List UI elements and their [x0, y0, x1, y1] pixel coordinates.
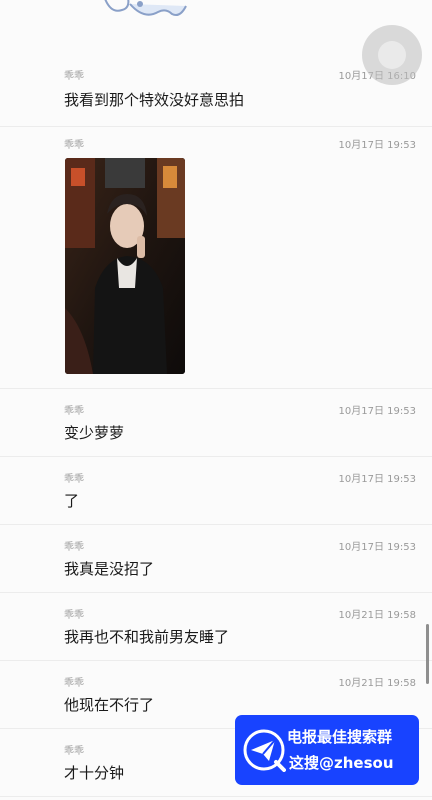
message-sender: 乖乖: [64, 71, 84, 82]
message-time: 10月17日 19:53: [338, 406, 416, 417]
message-time: 10月17日 19:53: [338, 474, 416, 485]
message-item[interactable]: 乖乖 10月21日 19:58 我再也不和我前男友睡了: [0, 609, 432, 661]
message-sender: 乖乖: [64, 474, 84, 485]
message-item[interactable]: 乖乖 10月17日 19:53 了: [0, 473, 432, 525]
message-text: 变少萝萝: [64, 424, 125, 442]
floating-button-dot: [378, 41, 406, 69]
message-sender: 乖乖: [64, 746, 84, 757]
cartoon-sticker-icon: [104, 0, 187, 16]
message-item[interactable]: 乖乖 10月17日 19:53 我真是没招了: [0, 541, 432, 593]
floating-assistive-button[interactable]: [362, 25, 422, 85]
promo-banner[interactable]: 电报最佳搜索群 这搜@zhesou: [235, 715, 419, 785]
message-time: 10月21日 19:58: [338, 610, 416, 621]
banner-subtitle: 这搜@zhesou: [289, 754, 394, 772]
message-text: 我再也不和我前男友睡了: [64, 628, 230, 646]
message-text: 我看到那个特效没好意思拍: [64, 91, 245, 109]
message-sender: 乖乖: [64, 610, 84, 621]
chat-history-screen: 乖乖 10月17日 16:10 我看到那个特效没好意思拍 乖乖 10月17日 1…: [0, 0, 432, 800]
message-time: 10月21日 19:58: [338, 678, 416, 689]
message-sender: 乖乖: [64, 140, 84, 151]
photo-image: [65, 158, 185, 374]
message-time: 10月17日 19:53: [338, 542, 416, 553]
paper-plane-search-icon: [243, 729, 286, 772]
message-sender: 乖乖: [64, 542, 84, 553]
message-sender: 乖乖: [64, 406, 84, 417]
scrollbar-thumb[interactable]: [426, 624, 429, 684]
message-time: 10月17日 19:53: [338, 140, 416, 151]
message-text: 才十分钟: [64, 764, 125, 782]
photo-attachment[interactable]: [65, 158, 185, 374]
banner-title: 电报最佳搜索群: [287, 728, 393, 746]
message-text: 他现在不行了: [64, 696, 155, 714]
message-sender: 乖乖: [64, 678, 84, 689]
message-text: 我真是没招了: [64, 560, 155, 578]
message-item[interactable]: 乖乖 10月17日 16:10 我看到那个特效没好意思拍: [0, 70, 432, 127]
message-text: 了: [64, 492, 80, 510]
message-item[interactable]: 乖乖 10月17日 19:53 变少萝萝: [0, 405, 432, 457]
